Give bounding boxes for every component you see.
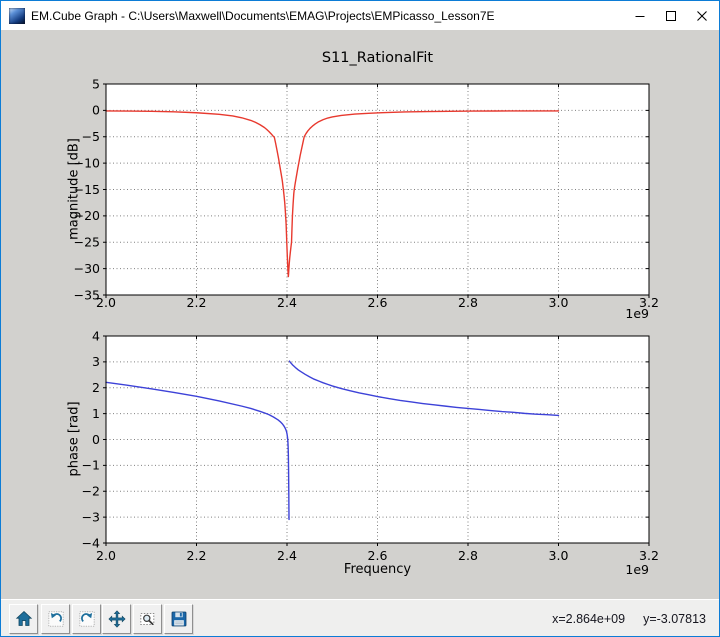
- figure-canvas[interactable]: 2.0 2.2 2.4 2.6 2.8 3.0 3.2 5 0 −5 −10 −15 −20 −25 −30…: [1, 30, 719, 599]
- home-icon: [15, 610, 32, 626]
- forward-button[interactable]: [72, 604, 101, 634]
- svg-text:4: 4: [92, 328, 100, 343]
- svg-text:−4: −4: [82, 535, 100, 550]
- pan-arrows-icon: [107, 610, 126, 628]
- navigation-toolbar: x=2.864e+09 y=-3.07813: [1, 599, 719, 636]
- minimize-button[interactable]: [624, 1, 655, 30]
- svg-text:3: 3: [92, 354, 100, 369]
- magnitude-y-axis-label: magnitude [dB]: [66, 138, 82, 240]
- svg-text:0: 0: [92, 103, 100, 118]
- window-controls: [624, 1, 717, 30]
- svg-text:−30: −30: [74, 261, 100, 276]
- svg-text:2.4: 2.4: [277, 548, 297, 563]
- zoom-button[interactable]: [133, 604, 162, 634]
- svg-text:−5: −5: [82, 129, 100, 144]
- svg-text:2.8: 2.8: [458, 548, 478, 563]
- save-button[interactable]: [164, 604, 193, 634]
- svg-text:1: 1: [92, 406, 100, 421]
- svg-text:−2: −2: [82, 484, 100, 499]
- svg-text:2: 2: [92, 380, 100, 395]
- svg-text:2.6: 2.6: [368, 548, 388, 563]
- back-button[interactable]: [41, 604, 70, 634]
- svg-text:−35: −35: [74, 287, 100, 302]
- svg-text:−1: −1: [82, 458, 100, 473]
- save-floppy-icon: [171, 611, 186, 627]
- app-icon: [9, 7, 25, 24]
- forward-arrow-icon: [78, 611, 95, 627]
- svg-text:−3: −3: [82, 509, 100, 524]
- svg-text:3.2: 3.2: [639, 548, 659, 563]
- close-icon: [696, 10, 707, 21]
- phase-y-axis-label: phase [rad]: [66, 401, 82, 477]
- svg-text:3.0: 3.0: [549, 548, 569, 563]
- cursor-position-readout: x=2.864e+09 y=-3.07813: [552, 612, 706, 626]
- maximize-icon: [665, 10, 676, 21]
- svg-text:0: 0: [92, 432, 100, 447]
- home-button[interactable]: [9, 604, 38, 634]
- minimize-icon: [635, 15, 644, 17]
- chart-title: S11_RationalFit: [321, 50, 434, 66]
- pan-button[interactable]: [102, 604, 131, 634]
- app-window: EM.Cube Graph - C:\Users\Maxwell\Documen…: [0, 0, 720, 637]
- x-offset-label-top: 1e9: [625, 306, 649, 321]
- maximize-button[interactable]: [655, 1, 686, 30]
- back-arrow-icon: [47, 611, 64, 627]
- x-offset-label-bottom: 1e9: [625, 562, 649, 577]
- svg-text:2.2: 2.2: [187, 548, 207, 563]
- window-title: EM.Cube Graph - C:\Users\Maxwell\Documen…: [31, 8, 495, 23]
- close-button[interactable]: [686, 1, 717, 30]
- title-bar: EM.Cube Graph - C:\Users\Maxwell\Documen…: [1, 1, 719, 30]
- svg-text:5: 5: [92, 76, 100, 91]
- zoom-rect-icon: [139, 613, 154, 626]
- cursor-x-value: x=2.864e+09: [552, 611, 626, 626]
- cursor-y-value: y=-3.07813: [643, 611, 706, 626]
